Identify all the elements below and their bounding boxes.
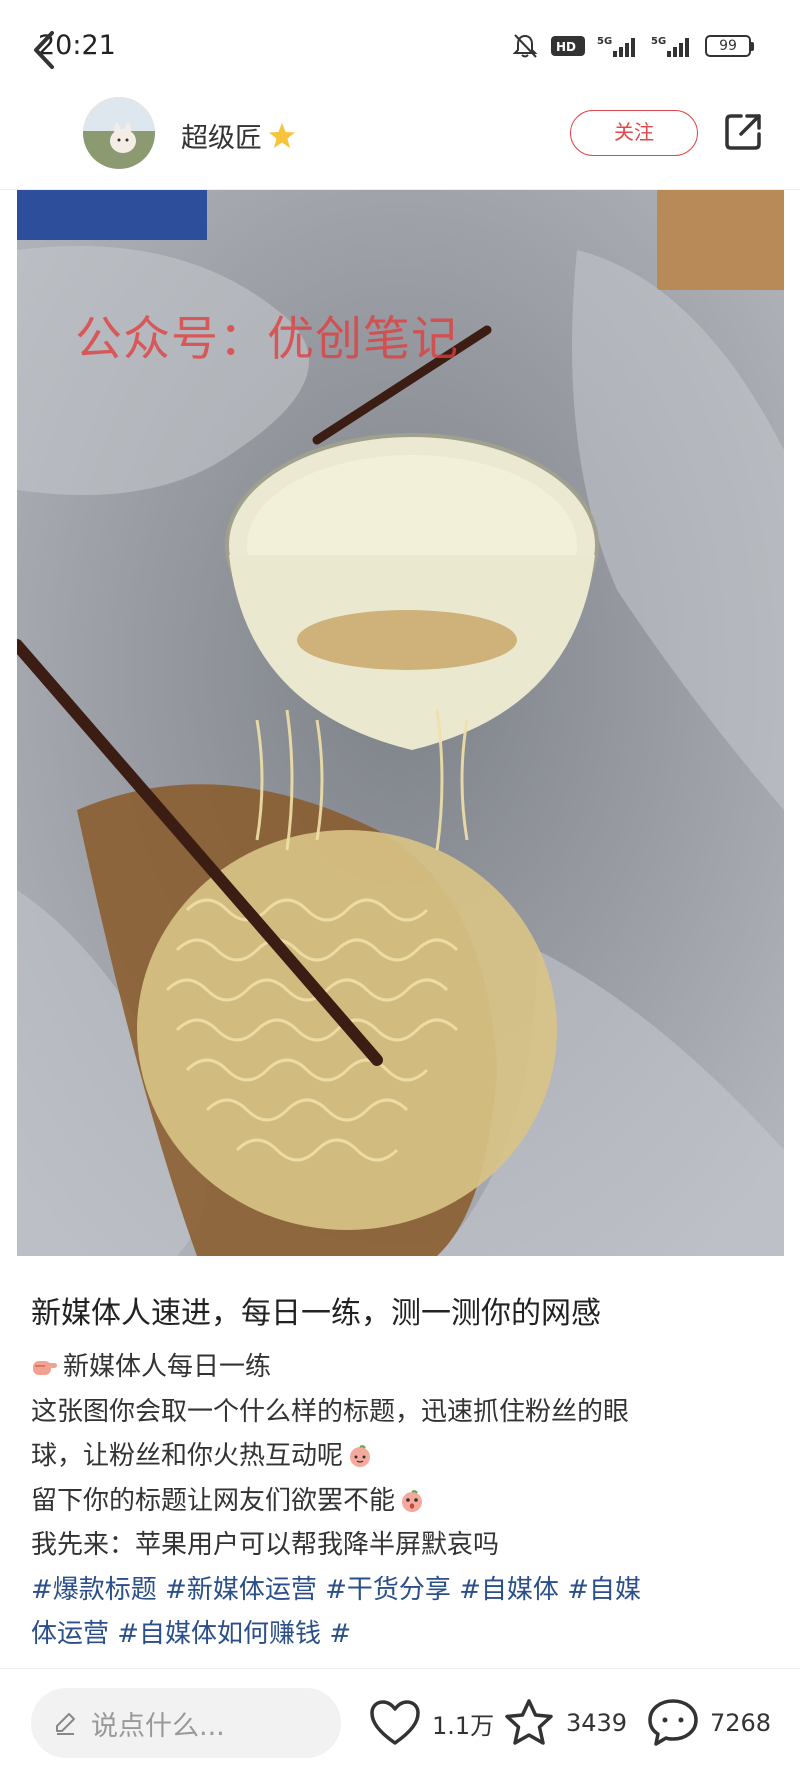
post-line: 留下你的标题让网友们欲罢不能 <box>31 1479 771 1524</box>
heart-icon <box>370 1700 420 1745</box>
comment-button[interactable]: 7268 <box>646 1692 771 1754</box>
pointing-hand-emoji-icon <box>33 1361 57 1376</box>
svg-text:5G: 5G <box>597 36 612 47</box>
pencil-icon <box>56 1713 75 1735</box>
photo-watermark: 公众号：优创笔记 <box>75 312 459 367</box>
avatar[interactable] <box>83 97 155 169</box>
follow-button[interactable]: 关注 <box>570 110 698 156</box>
comment-placeholder: 说点什么... <box>91 1710 225 1742</box>
share-icon[interactable] <box>721 110 765 154</box>
comment-bubble-icon <box>648 1699 698 1746</box>
svg-text:HD: HD <box>556 40 576 54</box>
post-line: 我先来：苹果用户可以帮我降半屏默哀吗 <box>31 1530 500 1560</box>
like-count: 1.1万 <box>432 1711 495 1740</box>
author-name-row[interactable]: 超级匠 <box>181 116 298 155</box>
back-arrow-icon[interactable] <box>24 25 64 75</box>
peach-emoji-icon <box>350 1445 371 1468</box>
comment-count: 7268 <box>710 1709 772 1737</box>
like-button[interactable]: 1.1万 <box>368 1692 494 1754</box>
status-bar: 20:21 HD 5G 5G 99 <box>0 0 800 90</box>
favorite-count: 3439 <box>566 1709 628 1737</box>
signal-5g-icon-2: 5G <box>651 36 689 57</box>
star-badge-icon <box>269 122 295 148</box>
status-icons: HD 5G 5G 99 <box>511 32 754 60</box>
author-name[interactable]: 超级匠 <box>181 116 262 155</box>
surprised-emoji-icon <box>402 1489 423 1512</box>
comment-input[interactable]: 说点什么... <box>31 1688 341 1758</box>
favorite-button[interactable]: 3439 <box>502 1692 627 1754</box>
svg-text:5G: 5G <box>651 36 666 47</box>
post-line: 这张图你会取一个什么样的标题，迅速抓住粉丝的眼 <box>31 1396 630 1427</box>
battery-icon: 99 <box>705 35 754 57</box>
mute-bell-icon <box>512 34 538 58</box>
post-title: 新媒体人速进，每日一练，测一测你的网感 <box>31 1296 601 1331</box>
post-line: 新媒体人每日一练 <box>31 1345 771 1390</box>
post-body: 新媒体人每日一练 这张图你会取一个什么样的标题，迅速抓住粉丝的眼 球，让粉丝和你… <box>31 1345 771 1657</box>
bottom-divider <box>0 1668 800 1669</box>
star-icon <box>505 1699 553 1745</box>
signal-5g-icon: 5G <box>597 36 635 57</box>
battery-level: 99 <box>705 35 751 57</box>
post-line: 球，让粉丝和你火热互动呢 <box>31 1434 771 1479</box>
hashtag-line[interactable]: #爆款标题 #新媒体运营 #干货分享 #自媒体 #自媒 <box>31 1568 771 1613</box>
hashtag-line[interactable]: 体运营 #自媒体如何赚钱 # <box>31 1612 771 1657</box>
hd-icon: HD <box>551 36 585 56</box>
